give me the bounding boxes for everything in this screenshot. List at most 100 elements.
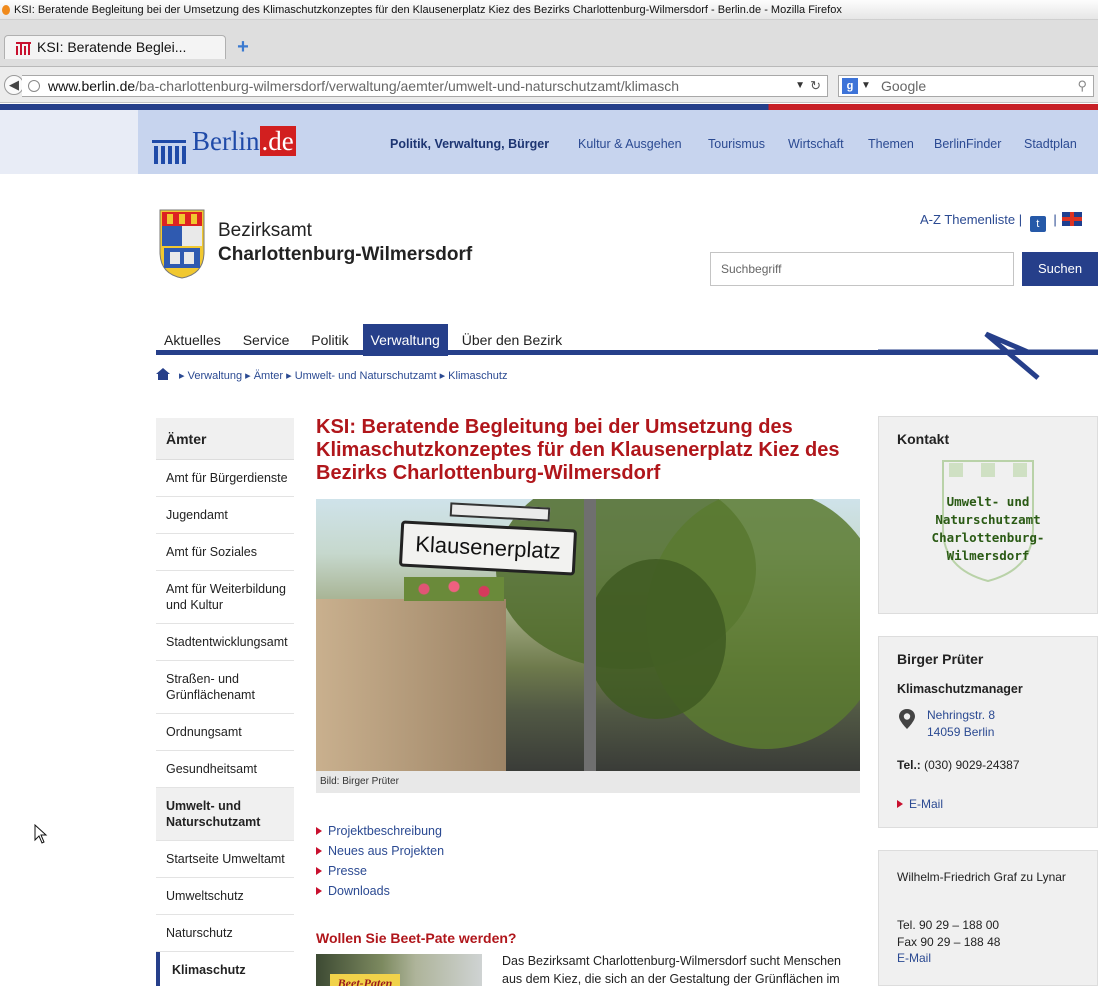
az-themenliste-link[interactable]: A-Z Themenliste — [920, 212, 1015, 227]
page-viewport: Berlin.de Politik, Verwaltung, Bürger Ku… — [0, 104, 1098, 986]
sidebar-item-weiterbildung[interactable]: Amt für Weiterbildung und Kultur — [156, 571, 294, 624]
sidebar-item-buergerdienste[interactable]: Amt für Bürgerdienste — [156, 460, 294, 497]
beet-paten-thumbnail[interactable]: Beet-Paten — [316, 954, 482, 986]
url-dropdown-icon[interactable]: ▼ — [795, 76, 805, 96]
person2-fax: Fax 90 29 – 188 48 — [897, 935, 1001, 949]
district-crest-icon — [159, 209, 205, 279]
person2-name: Wilhelm-Friedrich Graf zu Lynar — [897, 870, 1066, 884]
thumbnail-label: Beet-Paten — [330, 974, 400, 986]
breadcrumb-klimaschutz[interactable]: Klimaschutz — [448, 370, 507, 382]
person-role: Klimaschutzmanager — [897, 682, 1023, 696]
sidebar-item-ordnungsamt[interactable]: Ordnungsamt — [156, 714, 294, 751]
person-email-link[interactable]: E-Mail — [909, 797, 943, 811]
tab-label: KSI: Beratende Beglei... — [37, 39, 187, 55]
browser-tab[interactable]: KSI: Beratende Beglei... — [4, 35, 226, 59]
nav-politik[interactable]: Politik, Verwaltung, Bürger — [390, 137, 549, 151]
top-links: A-Z Themenliste | t | — [920, 212, 1083, 232]
brandenburg-gate-icon — [152, 134, 186, 164]
google-icon[interactable]: g — [842, 78, 858, 94]
separator: | — [1053, 212, 1057, 227]
separator: | — [1018, 212, 1023, 227]
sidebar-item-klimaschutz[interactable]: Klimaschutz — [156, 952, 294, 986]
address-city: 14059 Berlin — [927, 725, 995, 739]
nav-wirtschaft[interactable]: Wirtschaft — [788, 137, 844, 151]
nav-tourismus[interactable]: Tourismus — [708, 137, 765, 151]
twitter-icon[interactable]: t — [1029, 216, 1046, 232]
sidebar-item-startseite[interactable]: Startseite Umweltamt — [156, 841, 294, 878]
window-title: KSI: Beratende Begleitung bei der Umsetz… — [14, 4, 842, 16]
person-name: Birger Prüter — [897, 651, 984, 667]
stamp-line1: Umwelt- und — [946, 494, 1030, 509]
section-paragraph: Das Bezirksamt Charlottenburg-Wilmersdor… — [502, 954, 842, 986]
article-photo: Klausenerplatz — [316, 499, 860, 771]
browser-search-bar[interactable]: g ▼ Google ⚲ — [838, 75, 1094, 97]
firefox-icon — [2, 5, 10, 15]
site-search-input[interactable]: Suchbegriff — [710, 252, 1014, 286]
page-title: KSI: Beratende Begleitung bei der Umsetz… — [316, 416, 840, 484]
browser-window: KSI: Beratende Begleitung bei der Umsetz… — [0, 0, 1098, 986]
district-line1: Bezirksamt — [218, 220, 312, 241]
navigation-toolbar: ◀ www.berlin.de/ba-charlottenburg-wilmer… — [0, 67, 1098, 103]
logo-suffix: .de — [259, 126, 296, 156]
stamp-line2: Naturschutzamt — [935, 512, 1041, 527]
search-engine-dropdown-icon[interactable]: ▼ — [861, 76, 871, 96]
link-neues[interactable]: Neues aus Projekten — [328, 844, 444, 858]
globe-icon — [28, 80, 40, 92]
url-path: /ba-charlottenburg-wilmersdorf/verwaltun… — [135, 78, 680, 94]
address-street: Nehringstr. 8 — [927, 708, 996, 722]
url-domain: www.berlin.de — [48, 78, 136, 94]
photo-caption: Bild: Birger Prüter — [316, 771, 860, 793]
person-box: Birger Prüter Klimaschutzmanager Nehring… — [878, 636, 1098, 828]
breadcrumb-umweltamt[interactable]: Umwelt- und Naturschutzamt — [295, 370, 437, 382]
person2-email-link[interactable]: E-Mail — [897, 951, 931, 965]
umweltamt-stamp: Umwelt- und Naturschutzamt Charlottenbur… — [923, 459, 1053, 583]
back-button[interactable]: ◀ — [4, 75, 24, 95]
breadcrumb-verwaltung[interactable]: Verwaltung — [188, 370, 242, 382]
person2-box: Wilhelm-Friedrich Graf zu Lynar Tel. 90 … — [878, 850, 1098, 986]
nav-kultur[interactable]: Kultur & Ausgehen — [578, 137, 682, 151]
person-tel: (030) 9029-24387 — [924, 758, 1020, 772]
sidebar-item-umweltamt[interactable]: Umwelt- und Naturschutzamt — [156, 788, 294, 841]
sidebar-item-stadtentwicklung[interactable]: Stadtentwicklungsamt — [156, 624, 294, 661]
magnifier-icon[interactable]: ⚲ — [1077, 76, 1087, 96]
breadcrumb: ▸ Verwaltung ▸ Ämter ▸ Umwelt- und Natur… — [156, 368, 507, 382]
main-area: Bezirksamt Charlottenburg-Wilmersdorf A-… — [138, 178, 1098, 986]
sidebar-item-umweltschutz[interactable]: Umweltschutz — [156, 878, 294, 915]
url-bar[interactable]: www.berlin.de/ba-charlottenburg-wilmersd… — [22, 75, 828, 97]
section-title: Wollen Sie Beet-Pate werden? — [316, 930, 517, 946]
berlin-logo[interactable]: Berlin.de — [152, 124, 322, 164]
location-pin-icon — [899, 709, 915, 729]
tab-bar: KSI: Beratende Beglei... + — [0, 20, 1098, 67]
nav-themen[interactable]: Themen — [868, 137, 914, 151]
district-line2: Charlottenburg-Wilmersdorf — [218, 244, 473, 265]
link-presse[interactable]: Presse — [328, 864, 367, 878]
home-icon[interactable] — [156, 368, 170, 380]
site-search-button[interactable]: Suchen — [1022, 252, 1098, 286]
sidebar-item-jugendamt[interactable]: Jugendamt — [156, 497, 294, 534]
sidebar-item-strassen[interactable]: Straßen- und Grünflächenamt — [156, 661, 294, 714]
reload-icon[interactable]: ↻ — [810, 76, 821, 96]
sidebar-title: Ämter — [156, 418, 294, 460]
stamp-line4: Wilmersdorf — [946, 548, 1030, 563]
sidebar-item-gesundheitsamt[interactable]: Gesundheitsamt — [156, 751, 294, 788]
person-address[interactable]: Nehringstr. 8 14059 Berlin — [927, 707, 995, 741]
berlin-header: Berlin.de Politik, Verwaltung, Bürger Ku… — [138, 110, 1098, 174]
street-sign: Klausenerplatz — [398, 520, 578, 576]
contact-title: Kontakt — [897, 431, 950, 447]
sidebar-item-naturschutz[interactable]: Naturschutz — [156, 915, 294, 952]
stamp-line3: Charlottenburg- — [931, 530, 1045, 545]
person2-tel: Tel. 90 29 – 188 00 — [897, 918, 1000, 932]
breadcrumb-aemter[interactable]: Ämter — [254, 370, 283, 382]
nav-berlinfinder[interactable]: BerlinFinder — [934, 137, 1001, 151]
article-links: Projektbeschreibung Neues aus Projekten … — [316, 821, 444, 901]
link-projektbeschreibung[interactable]: Projektbeschreibung — [328, 824, 442, 838]
mouse-cursor-icon — [34, 824, 48, 844]
contact-box: Kontakt Umwelt- und Naturschutzamt Charl… — [878, 416, 1098, 614]
article: KSI: Beratende Begleitung bei der Umsetz… — [316, 416, 860, 986]
new-tab-button[interactable]: + — [232, 36, 254, 58]
zigzag-decoration — [878, 331, 1098, 380]
link-downloads[interactable]: Downloads — [328, 884, 390, 898]
nav-stadtplan[interactable]: Stadtplan — [1024, 137, 1077, 151]
sidebar-item-soziales[interactable]: Amt für Soziales — [156, 534, 294, 571]
uk-flag-icon[interactable] — [1062, 212, 1083, 226]
